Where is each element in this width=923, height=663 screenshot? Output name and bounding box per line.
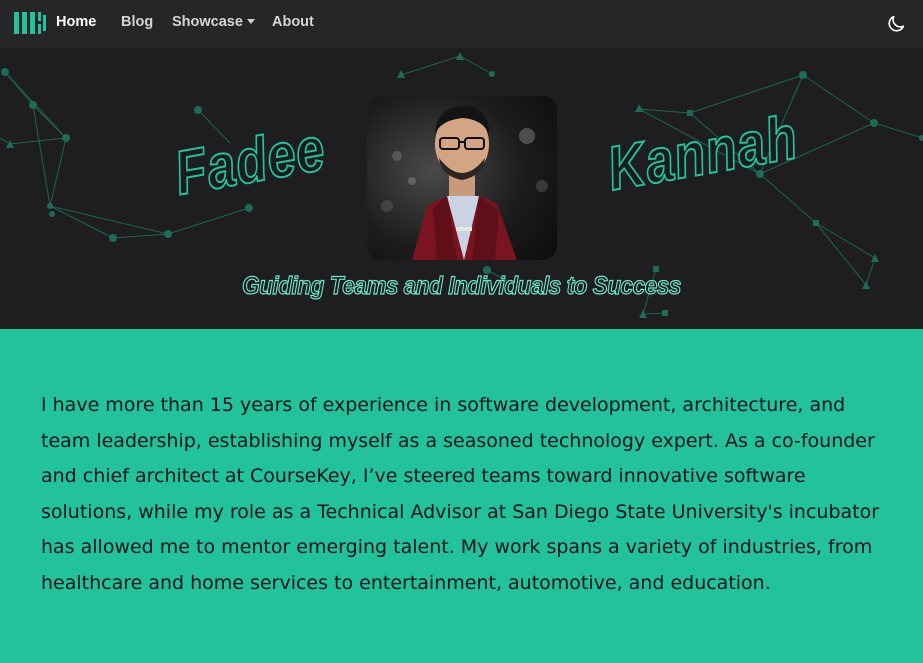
moon-icon[interactable]: [885, 13, 907, 35]
profile-portrait: [367, 96, 557, 260]
nav-showcase-dropdown[interactable]: Showcase: [172, 14, 255, 30]
chevron-down-icon: [246, 19, 255, 24]
columns-logo-icon[interactable]: [14, 12, 46, 34]
nav-about-link[interactable]: About: [272, 14, 314, 30]
about-paragraph: I have more than 15 years of experience …: [41, 394, 880, 594]
nav-home-link[interactable]: Home: [56, 14, 96, 30]
nav-showcase-label: Showcase: [172, 14, 243, 30]
hero-tagline: Guiding Teams and Individuals to Success: [242, 271, 682, 300]
top-navbar: Home Blog Showcase About: [0, 0, 923, 48]
nav-blog-link[interactable]: Blog: [121, 14, 153, 30]
hero-banner: Fadee Kannah Guiding Teams and Individua…: [0, 48, 923, 329]
